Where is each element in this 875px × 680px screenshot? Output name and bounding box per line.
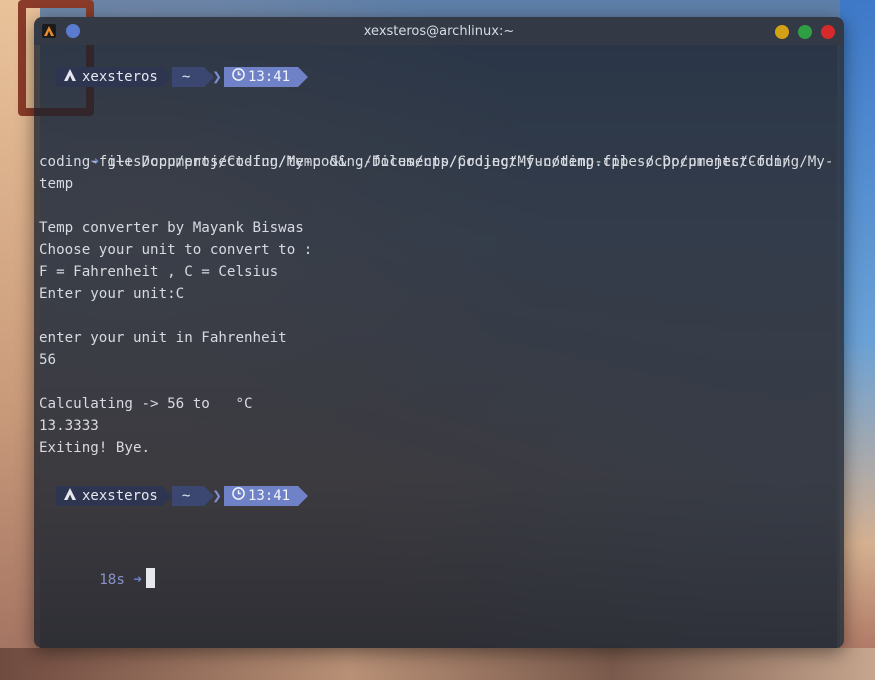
- scrollbar[interactable]: [837, 45, 844, 648]
- output-line: Calculating -> 56 to °C: [39, 396, 253, 412]
- terminal-window[interactable]: xexsteros@archlinux:~ xexsteros ~ ❯ 13:4…: [34, 17, 844, 648]
- output-line: F = Fahrenheit , C = Celsius: [39, 264, 279, 280]
- prompt-bar: xexsteros ~ ❯ 13:41: [56, 66, 309, 88]
- powerline-separator: [161, 67, 172, 87]
- output-line: Enter your unit:C: [39, 286, 185, 302]
- input-arrow-icon: ➜: [133, 572, 142, 588]
- close-button[interactable]: [821, 25, 835, 39]
- prompt-dir: ~: [181, 488, 191, 504]
- chevron-icon: ❯: [212, 67, 222, 86]
- command-line: coding-files/cpp/project-fun/temp && ./D…: [39, 151, 791, 173]
- prompt-user-segment: xexsteros: [56, 67, 162, 87]
- text-cursor: [145, 568, 155, 588]
- terminal-body[interactable]: xexsteros ~ ❯ 13:41 ➜ g++ Documents/Codi…: [34, 45, 837, 648]
- arch-logo-icon: [64, 66, 76, 88]
- clock-icon: [232, 66, 245, 88]
- maximize-button[interactable]: [798, 25, 812, 39]
- prompt-user: xexsteros: [82, 488, 158, 504]
- command-duration: 18s: [99, 572, 125, 588]
- prompt-user: xexsteros: [82, 69, 158, 85]
- output-line: Exiting! Bye.: [39, 440, 151, 456]
- prompt-dir-segment: ~: [171, 67, 205, 87]
- input-line[interactable]: 18s ➜: [48, 546, 155, 613]
- command-text-3: temp: [39, 176, 74, 192]
- prompt-dir-segment: ~: [171, 486, 205, 506]
- prompt-dir: ~: [181, 69, 191, 85]
- minimize-button[interactable]: [775, 25, 789, 39]
- prompt-time: 13:41: [247, 69, 291, 85]
- output-line: Temp converter by Mayank Biswas: [39, 220, 304, 236]
- prompt-time-segment: 13:41: [223, 66, 299, 88]
- title-bar[interactable]: xexsteros@archlinux:~: [34, 17, 844, 45]
- command-text-2: coding-files/cpp/project-fun/temp && ./D…: [39, 154, 791, 170]
- pin-icon[interactable]: [66, 24, 80, 38]
- powerline-separator: [161, 486, 172, 506]
- output-line: 56: [39, 352, 57, 368]
- arch-logo-icon: [64, 485, 76, 507]
- prompt-time: 13:41: [247, 488, 291, 504]
- clock-icon: [232, 485, 245, 507]
- output-line: enter your unit in Fahrenheit: [39, 330, 287, 346]
- wallpaper-bottom: [0, 648, 875, 680]
- powerline-separator: [298, 67, 309, 87]
- powerline-separator: [298, 486, 309, 506]
- wallpaper-right: [840, 0, 875, 680]
- output-line: 13.3333: [39, 418, 99, 434]
- prompt-bar: xexsteros ~ ❯ 13:41: [56, 485, 309, 507]
- command-line: temp: [39, 173, 73, 195]
- chevron-icon: ❯: [212, 486, 222, 505]
- prompt-user-segment: xexsteros: [56, 486, 162, 506]
- terminal-app-icon[interactable]: [42, 24, 56, 38]
- prompt-time-segment: 13:41: [223, 485, 299, 507]
- output-line: Choose your unit to convert to :: [39, 242, 313, 258]
- window-title: xexsteros@archlinux:~: [363, 23, 515, 39]
